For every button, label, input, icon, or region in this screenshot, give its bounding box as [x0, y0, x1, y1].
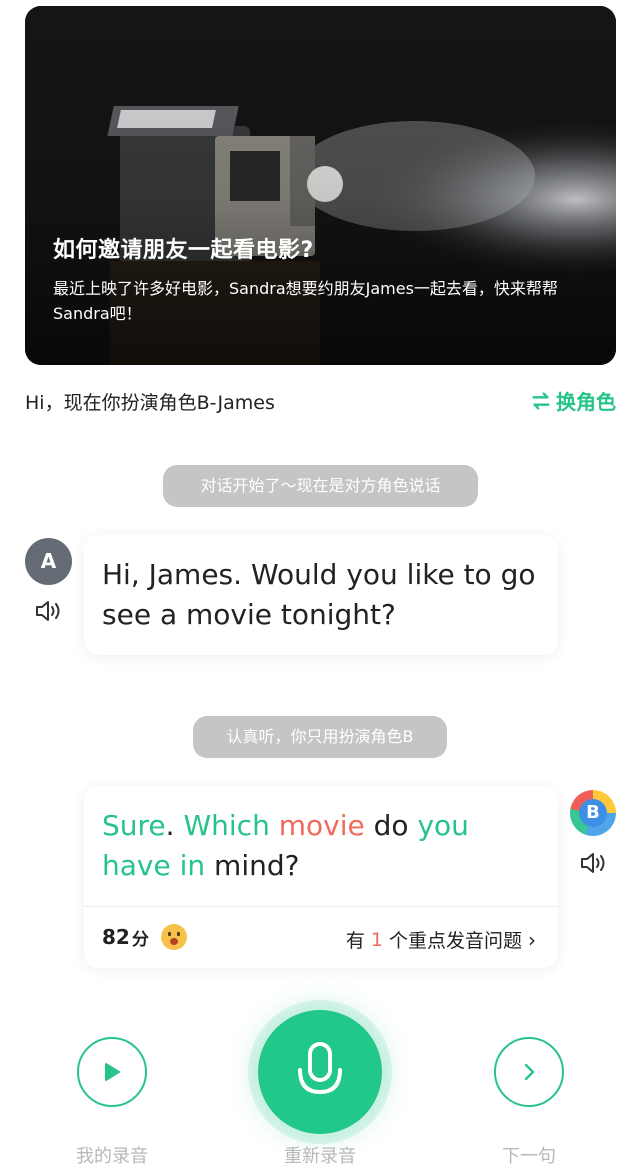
divider [84, 906, 558, 907]
issue-prefix: 有 [345, 930, 365, 952]
avatar-b: B [570, 790, 616, 836]
speaker-icon[interactable] [579, 850, 609, 876]
microphone-icon [298, 1042, 342, 1095]
word-good: Which [183, 809, 270, 842]
word-good: in [179, 849, 206, 882]
avatar-a: A [25, 538, 72, 585]
issue-count: 1 [370, 928, 383, 951]
listen-hint: 认真听，你只用扮演角色B [193, 716, 447, 758]
word-norm: mind? [205, 849, 300, 882]
record-again-label: 重新录音 [284, 1146, 356, 1167]
next-sentence-label: 下一句 [502, 1146, 556, 1167]
avatar-b-letter: B [579, 799, 607, 827]
word-good: you [417, 809, 469, 842]
chevron-right-icon [524, 1063, 535, 1081]
surprised-emoji-icon [160, 924, 187, 950]
message-text-b: Sure. Which movie do you have in mind? [84, 786, 558, 886]
role-prompt: Hi，现在你扮演角色B-James [25, 392, 275, 414]
word-norm [270, 809, 279, 842]
swap-arrows-icon [532, 391, 550, 410]
speaker-icon[interactable] [34, 598, 64, 624]
scenario-card: 如何邀请朋友一起看电影? 最近上映了许多好电影，Sandra想要约朋友James… [25, 6, 616, 365]
word-norm [171, 849, 180, 882]
dialog-start-hint: 对话开始了～现在是对方角色说话 [163, 465, 478, 507]
score-unit: 分 [131, 929, 149, 950]
word-norm: do [364, 809, 418, 842]
word-good: have [102, 849, 171, 882]
record-again-button[interactable] [258, 1010, 382, 1134]
switch-role-button[interactable]: 换角色 [530, 386, 616, 415]
word-norm: . [165, 809, 184, 842]
word-good: Sure [102, 809, 166, 842]
scenario-description: 最近上映了许多好电影，Sandra想要约朋友James一起去看，快来帮帮Sand… [53, 279, 558, 323]
scenario-title: 如何邀请朋友一起看电影? [53, 238, 314, 263]
play-icon [105, 1063, 120, 1081]
message-bubble-a: Hi, James. Would you like to go see a mo… [84, 535, 558, 655]
play-recording-button[interactable] [77, 1037, 147, 1107]
pronunciation-issues-link[interactable]: 有 1 个重点发音问题 › [346, 926, 536, 953]
chevron-right-icon: › [528, 927, 536, 952]
score: 82 分 [102, 924, 187, 950]
word-bad: movie [278, 809, 365, 842]
play-recording-label: 我的录音 [76, 1146, 148, 1167]
switch-role-label: 换角色 [556, 390, 616, 414]
issue-suffix: 个重点发音问题 [388, 930, 522, 952]
message-bubble-b: Sure. Which movie do you have in mind? 8… [84, 786, 558, 968]
message-text-a: Hi, James. Would you like to go see a mo… [102, 558, 536, 631]
score-value: 82 [102, 925, 130, 949]
next-sentence-button[interactable] [494, 1037, 564, 1107]
